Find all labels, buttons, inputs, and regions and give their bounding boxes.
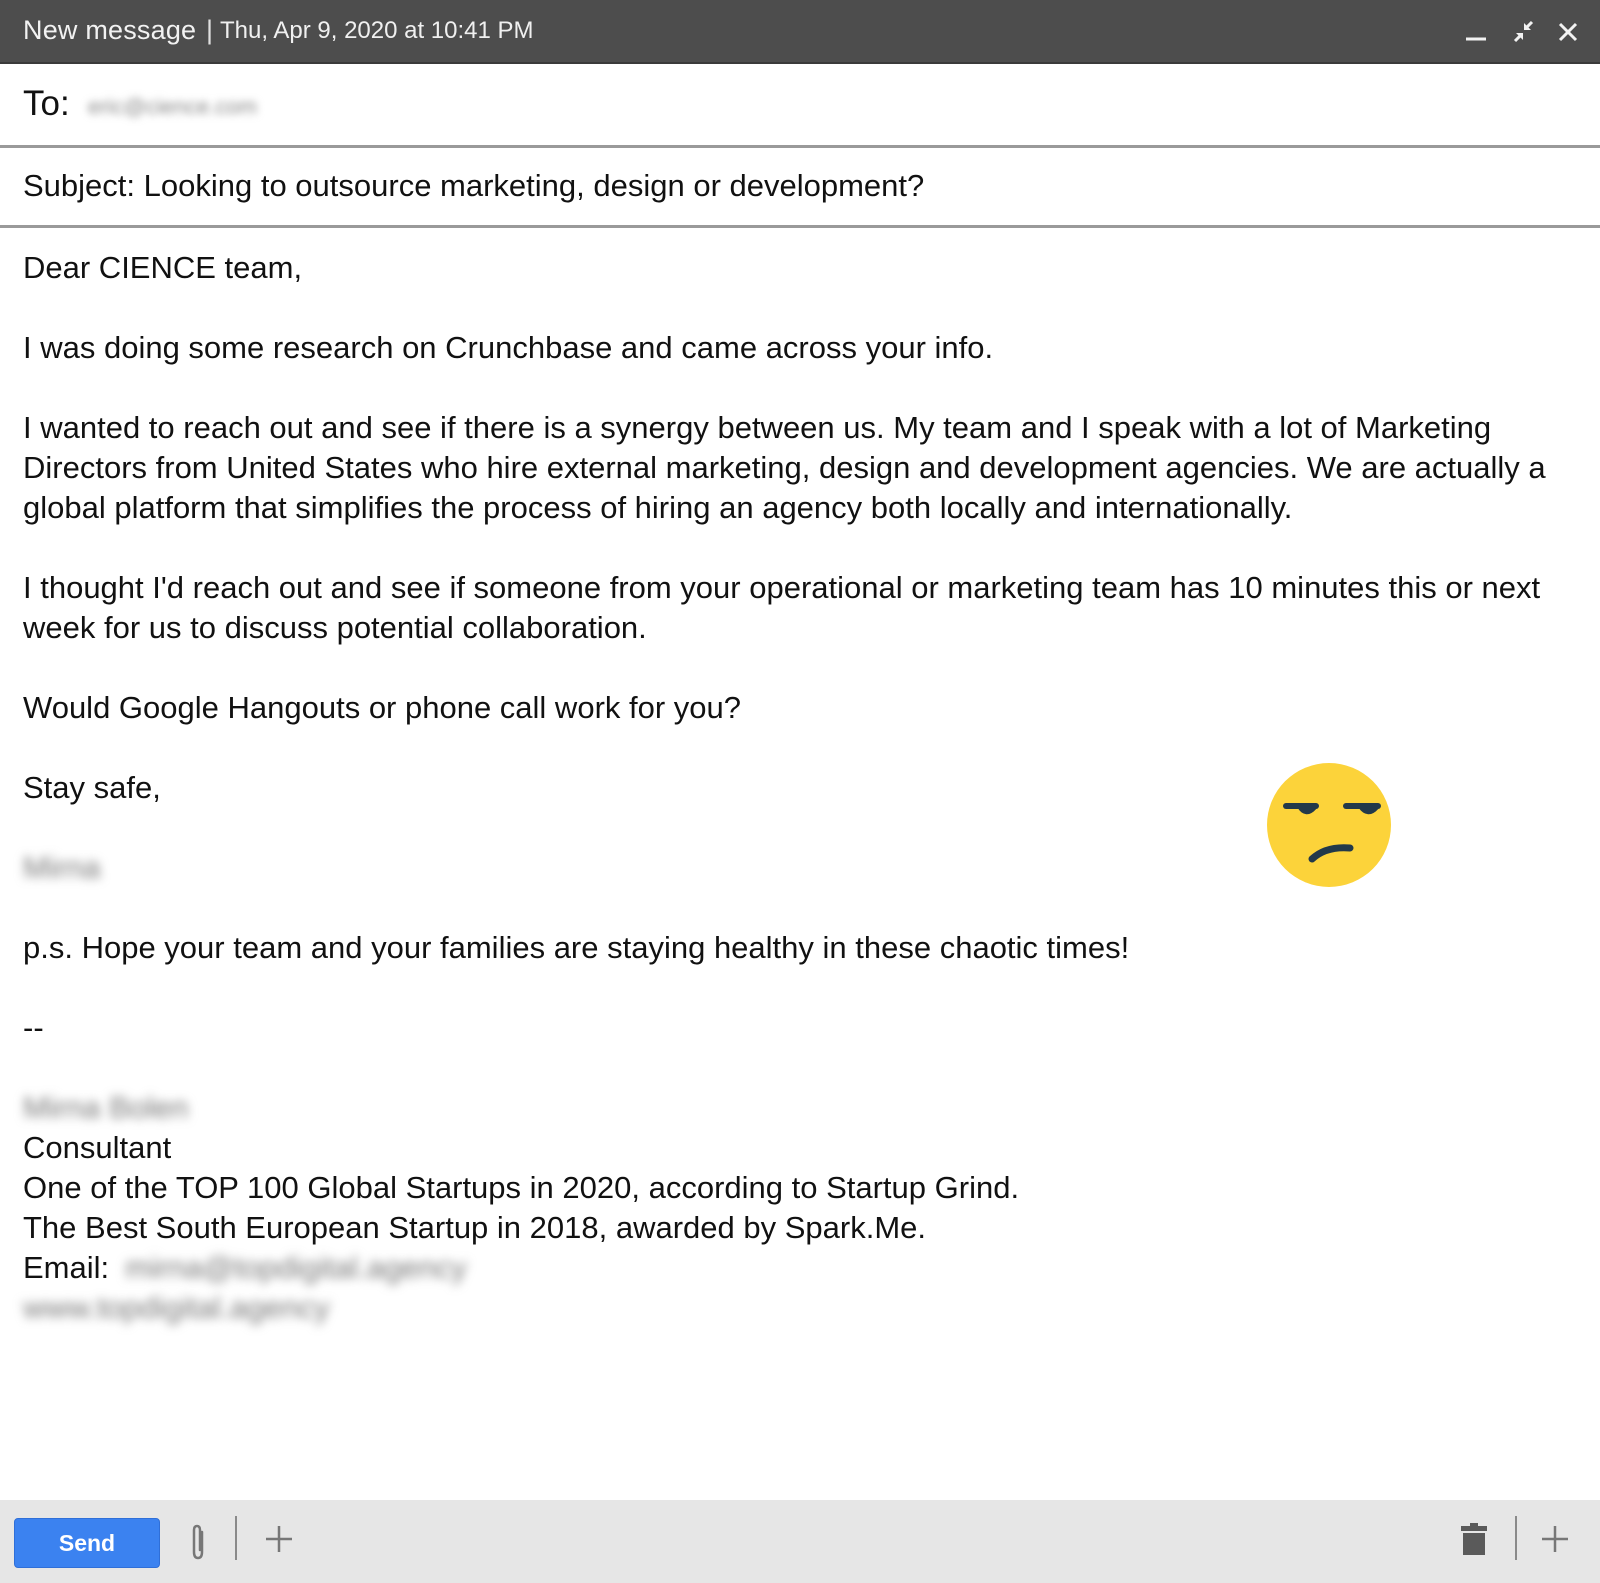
- to-label: To:: [23, 84, 70, 123]
- title-separator: |: [206, 15, 214, 45]
- email-label: Email:: [23, 1250, 110, 1285]
- subject-field-row[interactable]: Subject: Looking to outsource marketing,…: [0, 148, 1600, 228]
- signature-email-row: Email: mirna@topdigital.agency: [23, 1248, 1563, 1288]
- postscript: p.s. Hope your team and your families ar…: [23, 930, 1130, 965]
- toolbar-divider: [1515, 1516, 1517, 1560]
- plus-icon: [266, 1526, 292, 1552]
- minimize-icon: [1466, 37, 1486, 41]
- discard-draft-button[interactable]: [1460, 1522, 1488, 1556]
- signature-name: Mirna Bolen: [23, 1088, 1563, 1128]
- plus-icon: [1542, 1526, 1568, 1552]
- unamused-face-emoji: [1266, 762, 1392, 888]
- unamused-face-icon: [1267, 763, 1391, 887]
- window-title: New message: [23, 15, 197, 45]
- blurred-email: mirna@topdigital.agency: [125, 1250, 467, 1285]
- body-paragraph: Would Google Hangouts or phone call work…: [23, 690, 742, 725]
- greeting: Dear CIENCE team,: [23, 250, 303, 285]
- exit-fullscreen-button[interactable]: [1506, 14, 1542, 50]
- minimize-button[interactable]: [1458, 14, 1494, 50]
- paperclip-icon: [192, 1524, 204, 1560]
- compose-toolbar: Send: [0, 1500, 1600, 1583]
- message-date: Thu, Apr 9, 2020 at 10:41 PM: [220, 17, 534, 44]
- close-icon: [1558, 22, 1578, 42]
- to-field-row: To: eric@cience.com: [0, 64, 1600, 148]
- to-recipient-field[interactable]: eric@cience.com: [88, 94, 257, 120]
- toolbar-divider: [235, 1516, 237, 1560]
- body-paragraph: I thought I'd reach out and see if someo…: [23, 570, 1541, 645]
- more-actions-button[interactable]: [1540, 1524, 1570, 1554]
- body-paragraph: I wanted to reach out and see if there i…: [23, 410, 1546, 525]
- body-paragraph: I was doing some research on Crunchbase …: [23, 330, 994, 365]
- trash-icon: [1461, 1523, 1487, 1555]
- signature-separator: --: [23, 1010, 44, 1045]
- blurred-signature-name: Mirna Bolen: [23, 1090, 189, 1125]
- signature-title: Consultant: [23, 1130, 172, 1165]
- signature-award-1: One of the TOP 100 Global Startups in 20…: [23, 1170, 1020, 1205]
- attach-file-button[interactable]: [186, 1522, 210, 1562]
- restore-icon: [1513, 20, 1534, 43]
- blurred-sender-name: Mirna: [23, 850, 101, 885]
- more-options-button[interactable]: [264, 1524, 294, 1554]
- blurred-website: www.topdigital.agency: [23, 1290, 330, 1325]
- send-button[interactable]: Send: [14, 1518, 160, 1568]
- signature-website: www.topdigital.agency: [23, 1288, 1563, 1328]
- signature-award-2: The Best South European Startup in 2018,…: [23, 1210, 926, 1245]
- window-titlebar: New message | Thu, Apr 9, 2020 at 10:41 …: [0, 0, 1600, 64]
- subject-field[interactable]: Subject: Looking to outsource marketing,…: [23, 168, 924, 204]
- close-button[interactable]: [1550, 14, 1586, 50]
